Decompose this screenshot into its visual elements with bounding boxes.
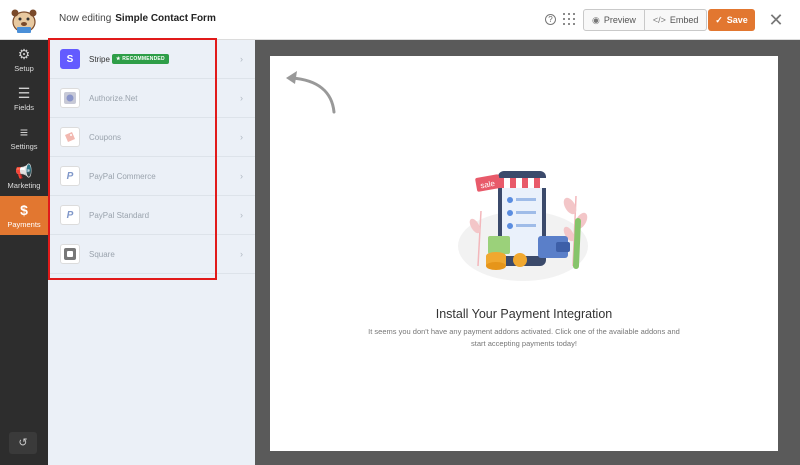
top-bar: Now editing Simple Contact Form ? ◉ Previ… [0,0,800,40]
nav-label: Payments [7,219,41,229]
stripe-icon: S [60,49,80,69]
empty-state-description: It seems you don't have any payment addo… [368,327,680,348]
check-icon: ✓ [715,14,723,25]
nav-marketing[interactable]: 📢 Marketing [0,157,48,196]
close-icon[interactable]: ✕ [766,10,786,30]
nav-label: Marketing [7,180,41,190]
nav-setup[interactable]: ⚙ Setup [0,40,48,79]
gear-icon: ⚙ [17,45,31,62]
save-label: Save [726,15,748,25]
form-preview-canvas: sale Install Your Payment Integration It… [270,56,778,451]
builder-sidebar: ⚙ Setup ☰ Fields ≡ Settings 📢 Marketing … [0,40,48,465]
revisions-history-icon[interactable]: ↺ [9,432,37,454]
payment-item-paypal-commerce[interactable]: P PayPal Commerce › [48,157,255,196]
chevron-right-icon: › [240,249,243,259]
curved-arrow-icon [286,71,336,114]
preview-label: Preview [603,15,636,25]
sliders-icon: ≡ [19,123,29,140]
payment-item-paypal-standard[interactable]: P PayPal Standard › [48,196,255,235]
editing-status: Now editing Simple Contact Form [59,13,216,24]
list-icon: ☰ [17,84,31,101]
payment-label: Stripe [89,54,110,64]
dollar-icon: $ [20,201,28,218]
code-icon: </> [652,15,666,25]
preview-embed-group: ◉ Preview </> Embed [583,9,708,31]
megaphone-icon: 📢 [15,162,33,179]
empty-state-title: Install Your Payment Integration [435,307,613,321]
chevron-right-icon: › [240,93,243,103]
grid-menu-icon[interactable] [563,13,575,25]
save-button[interactable]: ✓ Save [708,9,755,31]
nav-label: Setup [14,63,34,73]
payment-label: Square [89,249,115,259]
bear-logo-icon [11,9,37,33]
payment-label: PayPal Standard [89,210,150,220]
payment-illustration-icon: sale [458,171,588,281]
payment-item-stripe[interactable]: S Stripe ★ RECOMMENDED › [48,40,255,79]
paypal-icon: P [60,205,80,225]
coupon-icon [60,127,80,147]
payments-panel: S Stripe ★ RECOMMENDED › Authorize.Net ›… [48,40,255,465]
wpforms-logo[interactable] [0,0,48,40]
payment-item-square[interactable]: Square › [48,235,255,274]
nav-settings[interactable]: ≡ Settings [0,118,48,157]
nav-fields[interactable]: ☰ Fields [0,79,48,118]
nav-label: Fields [13,102,34,112]
form-name: Simple Contact Form [115,13,216,24]
authorize-net-icon [60,88,80,108]
payment-item-coupons[interactable]: Coupons › [48,118,255,157]
embed-label: Embed [669,15,699,25]
chevron-right-icon: › [240,210,243,220]
paypal-icon: P [60,166,80,186]
square-icon [60,244,80,264]
nav-label: Settings [10,141,38,151]
chevron-right-icon: › [240,54,243,64]
nav-payments[interactable]: $ Payments [0,196,48,235]
payment-item-authorize-net[interactable]: Authorize.Net › [48,79,255,118]
help-icon[interactable]: ? [545,14,556,25]
chevron-right-icon: › [240,171,243,181]
embed-button[interactable]: </> Embed [643,10,707,30]
chevron-right-icon: › [240,132,243,142]
payment-label: Authorize.Net [89,93,138,103]
payment-label: PayPal Commerce [89,171,156,181]
preview-button[interactable]: ◉ Preview [584,10,644,30]
eye-icon: ◉ [592,14,600,25]
recommended-badge: ★ RECOMMENDED [112,54,169,64]
payment-label: Coupons [89,132,122,142]
editing-label: Now editing [59,13,112,24]
